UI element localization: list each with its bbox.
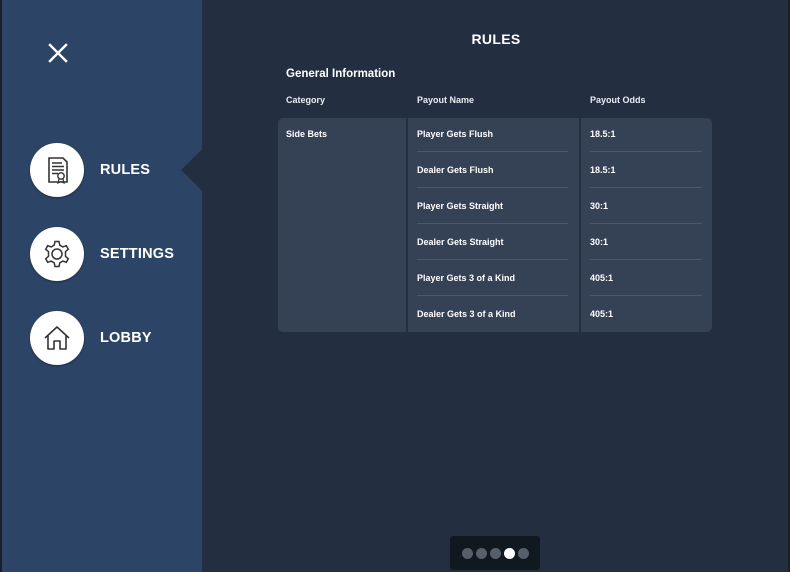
close-icon	[48, 43, 68, 63]
menu-item-rules-label: RULES	[100, 162, 151, 178]
table-row: Player Gets 3 of a Kind 405:1	[417, 262, 712, 298]
payout-name-cell: Player Gets Straight	[417, 201, 504, 211]
table-row: Dealer Gets Straight 30:1	[417, 226, 712, 262]
menu-item-rules[interactable]: RULES	[30, 143, 200, 197]
column-separator	[406, 118, 408, 332]
column-header-payout-odds: Payout Odds	[590, 95, 646, 105]
gear-icon	[44, 240, 70, 268]
table-row: Player Gets Straight 30:1	[417, 190, 712, 226]
sidebar: RULES SETTINGS LOBBY	[2, 0, 202, 572]
page-title: RULES	[471, 31, 521, 47]
payout-name-cell: Dealer Gets Flush	[417, 165, 494, 175]
row-divider	[590, 151, 702, 152]
payout-name-cell: Dealer Gets Straight	[417, 237, 504, 247]
payout-odds-cell: 405:1	[590, 273, 614, 283]
table-row: Dealer Gets Flush 18.5:1	[417, 154, 712, 190]
menu-item-lobby-label: LOBBY	[100, 330, 152, 346]
rules-document-icon	[48, 157, 68, 185]
row-divider	[417, 187, 568, 188]
payout-odds-cell: 30:1	[590, 201, 609, 211]
page-dot-3[interactable]	[489, 547, 501, 559]
menu-item-settings[interactable]: SETTINGS	[30, 227, 200, 281]
page-indicator	[450, 536, 540, 570]
menu-item-lobby-circle	[30, 311, 84, 365]
home-icon	[44, 326, 70, 350]
payout-odds-cell: 18.5:1	[590, 129, 616, 139]
payout-name-cell: Dealer Gets 3 of a Kind	[417, 309, 516, 319]
menu-item-settings-circle	[30, 227, 84, 281]
table-row: Player Gets Flush 18.5:1	[417, 118, 712, 154]
page-dot-4-active[interactable]	[503, 547, 515, 559]
rules-table: Side Bets Player Gets Flush 18.5:1 Deale…	[278, 118, 712, 332]
payout-odds-cell: 405:1	[590, 309, 614, 319]
row-divider	[590, 259, 702, 260]
row-divider	[590, 295, 702, 296]
payout-odds-cell: 30:1	[590, 237, 609, 247]
page-dot-1[interactable]	[461, 547, 473, 559]
row-divider	[417, 223, 568, 224]
payout-name-cell: Player Gets Flush	[417, 129, 494, 139]
menu-item-lobby[interactable]: LOBBY	[30, 311, 200, 365]
menu-item-settings-label: SETTINGS	[100, 246, 175, 262]
payout-name-cell: Player Gets 3 of a Kind	[417, 273, 516, 283]
close-button[interactable]	[46, 41, 70, 65]
active-menu-indicator	[181, 149, 202, 191]
row-divider	[417, 259, 568, 260]
row-divider	[590, 187, 702, 188]
row-divider	[417, 295, 568, 296]
column-header-payout-name: Payout Name	[417, 95, 475, 105]
page-dot-2[interactable]	[475, 547, 487, 559]
section-title: General Information	[286, 68, 396, 80]
page-dot-5[interactable]	[517, 547, 529, 559]
menu-item-rules-circle	[30, 143, 84, 197]
column-header-category: Category	[286, 95, 326, 105]
row-divider	[417, 151, 568, 152]
row-divider	[590, 223, 702, 224]
category-cell: Side Bets	[286, 129, 328, 139]
table-row: Dealer Gets 3 of a Kind 405:1	[417, 298, 712, 332]
payout-odds-cell: 18.5:1	[590, 165, 616, 175]
